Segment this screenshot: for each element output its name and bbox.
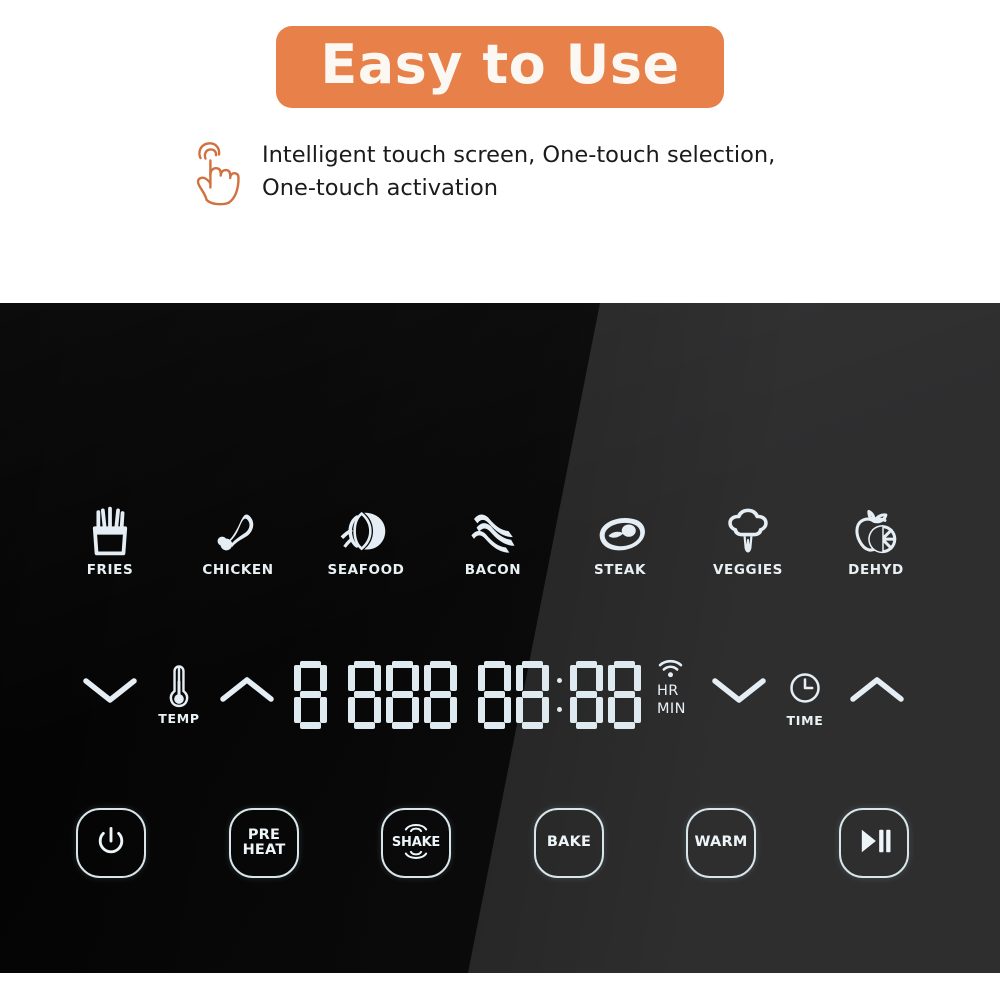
preset-button-seafood[interactable]: SEAFOOD bbox=[308, 495, 424, 578]
preset-button-fries[interactable]: FRIES bbox=[52, 495, 168, 578]
shake-arcs-icon bbox=[403, 819, 429, 837]
warm-button[interactable]: WARM bbox=[686, 808, 756, 878]
power-icon bbox=[93, 823, 129, 864]
temp-down-button[interactable] bbox=[71, 653, 149, 727]
control-panel: FRIES CHICKEN SEAFOOD BACON STEAK VEGGIE… bbox=[0, 303, 1000, 973]
preset-button-dehyd[interactable]: DEHYD bbox=[818, 495, 934, 578]
apple-citrus-icon bbox=[818, 495, 934, 557]
preset-button-veggies[interactable]: VEGGIES bbox=[690, 495, 806, 578]
shake-arcs-icon-bottom bbox=[403, 849, 429, 867]
temp-button[interactable]: TEMP bbox=[140, 659, 218, 726]
feature-line-1: Intelligent touch screen, One-touch sele… bbox=[262, 142, 776, 168]
headline-badge: Easy to Use bbox=[276, 26, 724, 108]
bacon-icon bbox=[435, 495, 551, 557]
chicken-drumstick-icon bbox=[180, 495, 296, 557]
time-up-button[interactable] bbox=[838, 653, 916, 727]
time-button[interactable]: TIME bbox=[766, 661, 844, 728]
display-colon bbox=[554, 661, 566, 729]
temp-up-button[interactable] bbox=[208, 653, 286, 727]
preset-button-steak[interactable]: STEAK bbox=[562, 495, 678, 578]
shrimp-icon bbox=[308, 495, 424, 557]
preset-button-bacon[interactable]: BACON bbox=[435, 495, 551, 578]
display-digit bbox=[608, 661, 641, 729]
bake-label: BAKE bbox=[546, 834, 592, 851]
preset-button-chicken[interactable]: CHICKEN bbox=[180, 495, 296, 578]
promo-area: Easy to Use Intelligent touch screen, On… bbox=[0, 0, 1000, 303]
preset-label: STEAK bbox=[593, 562, 647, 578]
display-digit bbox=[386, 661, 419, 729]
display-digit bbox=[424, 661, 457, 729]
display-digit bbox=[348, 661, 381, 729]
shake-button[interactable]: SHAKE bbox=[381, 808, 451, 878]
steak-icon bbox=[562, 495, 678, 557]
play-pause-button[interactable] bbox=[839, 808, 909, 878]
chevron-down-icon bbox=[71, 653, 149, 727]
preset-row: FRIES CHICKEN SEAFOOD BACON STEAK VEGGIE… bbox=[0, 495, 1000, 587]
display-control-row: TEMP HR MIN TIME bbox=[0, 653, 1000, 743]
feature-text: Intelligent touch screen, One-touch sele… bbox=[262, 136, 775, 206]
function-button-row: PRE HEAT SHAKE BAKE WARM bbox=[0, 808, 1000, 888]
thermometer-icon bbox=[140, 659, 218, 713]
chevron-up-icon bbox=[838, 653, 916, 727]
seven-segment-display bbox=[294, 657, 646, 733]
preheat-button[interactable]: PRE HEAT bbox=[229, 808, 299, 878]
preset-label: BACON bbox=[464, 562, 522, 578]
time-label: TIME bbox=[786, 713, 824, 728]
preset-label: FRIES bbox=[86, 562, 134, 578]
preheat-label-line1: PRE bbox=[247, 826, 281, 843]
hand-tap-icon bbox=[186, 138, 242, 206]
temp-label: TEMP bbox=[158, 711, 200, 726]
bake-button[interactable]: BAKE bbox=[534, 808, 604, 878]
preheat-label-line2: HEAT bbox=[242, 842, 286, 858]
fries-icon bbox=[52, 495, 168, 557]
display-digit bbox=[294, 661, 327, 729]
display-digit bbox=[516, 661, 549, 729]
feature-line-2: One-touch activation bbox=[262, 175, 498, 202]
chevron-up-icon bbox=[208, 653, 286, 727]
display-digit bbox=[478, 661, 511, 729]
power-button[interactable] bbox=[76, 808, 146, 878]
preset-label: SEAFOOD bbox=[327, 562, 405, 578]
preset-label: CHICKEN bbox=[202, 562, 274, 578]
feature-row: Intelligent touch screen, One-touch sele… bbox=[186, 136, 886, 206]
preset-label: DEHYD bbox=[848, 562, 904, 578]
play-pause-icon bbox=[855, 826, 893, 861]
clock-icon bbox=[766, 661, 844, 715]
display-digit bbox=[570, 661, 603, 729]
broccoli-icon bbox=[690, 495, 806, 557]
preset-label: VEGGIES bbox=[713, 562, 783, 578]
badge-container: Easy to Use bbox=[0, 26, 1000, 108]
shake-label: SHAKE bbox=[391, 835, 441, 851]
warm-label: WARM bbox=[694, 834, 748, 851]
